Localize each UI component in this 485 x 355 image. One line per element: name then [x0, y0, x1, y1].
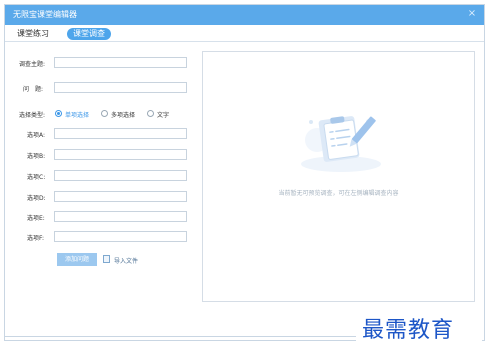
option-a-input[interactable]: [54, 128, 187, 139]
close-icon[interactable]: ×: [466, 8, 478, 20]
option-f-input[interactable]: [54, 231, 187, 242]
option-e-label: 选项E:: [27, 215, 45, 222]
tab-classroom-survey[interactable]: 课堂调查: [67, 28, 111, 40]
import-file-label[interactable]: 导入文件: [114, 256, 138, 265]
option-row: 选项A:: [5, 128, 205, 140]
option-row: 选项E:: [5, 211, 205, 223]
survey-form: 调查主题: 问 题: 选择类型: 单项选择 多项选择 文字 选项A: 选项B:: [5, 43, 205, 313]
watermark-text: 最需教育: [362, 318, 455, 343]
title-bar: 无限宝课堂编辑器 ×: [5, 5, 484, 25]
topic-label: 调查主题:: [19, 61, 46, 68]
type-row: 选择类型: 单项选择 多项选择 文字: [5, 108, 205, 120]
file-import-icon: [103, 255, 110, 263]
option-row: 选项B:: [5, 149, 205, 161]
topic-row: 调查主题:: [5, 57, 205, 69]
question-label: 问 题:: [23, 86, 44, 93]
option-b-label: 选项B:: [27, 153, 46, 160]
option-row: 选项D:: [5, 191, 205, 203]
question-row: 问 题:: [5, 82, 205, 94]
single-choice-label[interactable]: 单项选择: [65, 110, 89, 119]
window-title: 无限宝课堂编辑器: [13, 10, 77, 19]
option-c-input[interactable]: [54, 170, 187, 181]
option-b-input[interactable]: [54, 149, 187, 160]
option-d-label: 选项D:: [27, 195, 46, 202]
option-c-label: 选项C:: [27, 174, 46, 181]
watermark: 最需教育: [356, 308, 482, 348]
clipboard-pencil-illustration: [301, 116, 381, 172]
empty-preview-message: 当前暂无可预览调查，可在左侧编辑调查内容: [278, 190, 399, 197]
editor-window: 无限宝课堂编辑器 × 课堂练习 课堂调查 调查主题: 问 题: 选择类型: 单项…: [4, 4, 485, 341]
add-question-button[interactable]: 添加问题: [57, 253, 97, 266]
option-f-label: 选项F:: [27, 235, 45, 242]
text-choice-radio[interactable]: [147, 110, 154, 117]
text-choice-label[interactable]: 文字: [157, 110, 169, 119]
multi-choice-label[interactable]: 多项选择: [111, 110, 135, 119]
option-e-input[interactable]: [54, 211, 187, 222]
single-choice-radio[interactable]: [55, 110, 62, 117]
tab-classroom-practice[interactable]: 课堂练习: [17, 28, 49, 40]
tab-bar: 课堂练习 课堂调查: [5, 25, 484, 42]
option-row: 选项F:: [5, 231, 205, 243]
type-label: 选择类型:: [19, 112, 46, 119]
question-input[interactable]: [54, 82, 187, 93]
topic-input[interactable]: [54, 57, 187, 68]
option-row: 选项C:: [5, 170, 205, 182]
preview-panel: 当前暂无可预览调查，可在左侧编辑调查内容: [202, 51, 475, 302]
option-d-input[interactable]: [54, 191, 187, 202]
multi-choice-radio[interactable]: [101, 110, 108, 117]
option-a-label: 选项A:: [27, 132, 46, 139]
